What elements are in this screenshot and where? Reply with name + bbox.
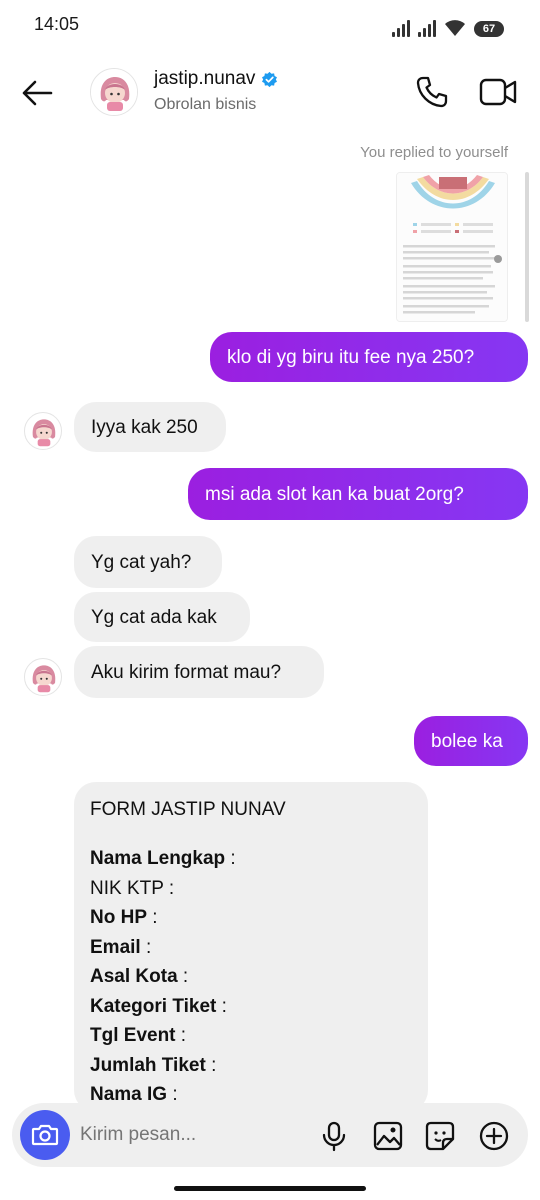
form-field-separator: : (163, 877, 175, 899)
wifi-icon (445, 20, 465, 36)
status-icons: 67 (392, 13, 504, 37)
form-field-label: Nama Lengkap (90, 848, 226, 869)
signal-icon (392, 19, 410, 37)
message-bubble-incoming[interactable]: Yg cat yah? (74, 536, 222, 588)
phone-call-icon[interactable] (414, 74, 450, 110)
sticker-icon[interactable] (424, 1120, 456, 1152)
add-icon[interactable] (478, 1120, 510, 1152)
verified-badge-icon (262, 71, 278, 87)
form-field-line: Tgl Event : (90, 1021, 412, 1051)
form-field-line: Kategori Tiket : (90, 992, 412, 1022)
form-field-line: Nama Lengkap : (90, 844, 412, 874)
form-field-label: Kategori Tiket (90, 995, 217, 1017)
form-field-label: Asal Kota (90, 966, 178, 987)
chat-header: jastip.nunav Obrolan bisnis (0, 56, 540, 128)
form-field-separator: : (205, 1054, 217, 1076)
message-composer (12, 1103, 528, 1167)
form-field-line: Asal Kota : (90, 962, 412, 992)
form-field-label: Nama IG (90, 1084, 168, 1105)
form-field-label: Email (90, 936, 141, 958)
contact-name-row: jastip.nunav (154, 68, 278, 90)
message-text: Yg cat ada kak (91, 606, 217, 628)
form-field-separator: : (175, 1025, 187, 1046)
form-field-separator: : (167, 1084, 178, 1105)
form-field-label: Tgl Event (90, 1025, 176, 1046)
replied-label: You replied to yourself (360, 144, 508, 161)
camera-button[interactable] (20, 1110, 70, 1160)
form-field-separator: : (225, 848, 236, 869)
message-text: Yg cat yah? (91, 551, 192, 573)
replied-image[interactable] (396, 172, 508, 322)
message-bubble-outgoing[interactable]: bolee ka (414, 716, 528, 766)
form-field-separator: : (216, 995, 227, 1017)
form-title: FORM JASTIP NUNAV (90, 799, 286, 820)
microphone-icon[interactable] (318, 1120, 350, 1152)
sender-avatar[interactable] (24, 412, 62, 450)
message-text: klo di yg biru itu fee nya 250? (227, 346, 475, 368)
battery-icon: 67 (474, 21, 504, 37)
form-field-label: Jumlah Tiket (90, 1054, 206, 1076)
avatar-girl-icon (32, 419, 56, 447)
message-input[interactable] (80, 1115, 310, 1155)
form-field-separator: : (147, 907, 158, 928)
gallery-icon[interactable] (372, 1120, 404, 1152)
message-bubble-outgoing[interactable]: klo di yg biru itu fee nya 250? (210, 332, 528, 382)
message-text: bolee ka (431, 730, 503, 752)
form-field-separator: : (177, 966, 189, 987)
signal-icon-2 (418, 19, 436, 37)
sender-avatar[interactable] (24, 658, 62, 696)
back-arrow-icon[interactable] (20, 76, 54, 110)
message-text: Iyya kak 250 (91, 416, 198, 438)
message-bubble-incoming[interactable]: Aku kirim format mau? (74, 646, 324, 698)
message-text: msi ada slot kan ka buat 2org? (205, 483, 464, 505)
form-field-label: No HP (90, 907, 147, 928)
contact-info[interactable]: jastip.nunav Obrolan bisnis (154, 68, 278, 114)
contact-username: jastip.nunav (154, 68, 256, 89)
form-field-line: NIK KTP : (90, 874, 412, 904)
avatar-girl-icon (32, 665, 56, 693)
form-field-line: No HP : (90, 903, 412, 933)
message-bubble-outgoing[interactable]: msi ada slot kan ka buat 2org? (188, 468, 528, 520)
form-field-line: Email : (90, 933, 412, 963)
profile-avatar[interactable] (90, 68, 138, 116)
status-bar: 14:05 67 (0, 0, 540, 50)
message-bubble-incoming[interactable]: Iyya kak 250 (74, 402, 226, 452)
avatar-girl-icon (91, 69, 137, 115)
video-call-icon[interactable] (478, 74, 518, 110)
camera-icon (31, 1124, 59, 1146)
status-time: 14:05 (34, 14, 80, 34)
form-fields: Nama Lengkap : NIK KTP : No HP : Email : Asa… (90, 844, 412, 1110)
form-field-label: NIK KTP (90, 877, 164, 899)
message-text: Aku kirim format mau? (91, 661, 282, 683)
contact-subtitle: Obrolan bisnis (154, 96, 257, 113)
battery-level: 67 (482, 23, 496, 35)
form-field-separator: : (140, 936, 152, 958)
seat-map-thumbnail (397, 173, 507, 321)
home-indicator (174, 1186, 366, 1191)
message-bubble-incoming[interactable]: Yg cat ada kak (74, 592, 250, 642)
form-message-bubble[interactable]: FORM JASTIP NUNAV Nama Lengkap : NIK KTP … (74, 782, 428, 1112)
reply-indicator-bar (525, 172, 529, 322)
form-field-line: Jumlah Tiket : (90, 1051, 412, 1081)
